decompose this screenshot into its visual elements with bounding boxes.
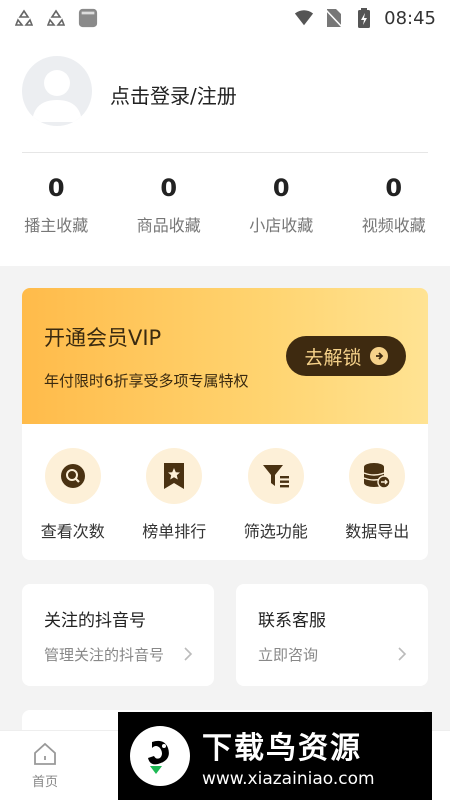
watermark-url: www.xiazainiao.com [202,769,375,789]
avatar[interactable] [22,56,92,126]
bird-logo-icon [130,726,190,786]
profile-section: 点击登录/注册 0 播主收藏 0 商品收藏 0 小店收藏 0 视频收藏 [0,36,450,266]
stat-value: 0 [47,174,65,202]
stat-label: 视频收藏 [361,216,426,235]
vip-banner[interactable]: 开通会员VIP 年付限时6折享受多项专属特权 去解锁 [22,288,428,424]
status-bar: 08:45 [0,0,450,36]
feature-filter[interactable]: 筛选功能 [225,448,327,542]
search-icon [44,448,101,504]
chevron-right-icon [184,647,193,661]
star-bookmark-icon [146,448,203,504]
home-icon [34,742,56,765]
filter-icon [247,448,304,504]
card-title: 关注的抖音号 [44,611,146,631]
feature-label: 榜单排行 [142,522,207,541]
stat-label: 商品收藏 [136,216,201,235]
divider [22,152,428,153]
card-subtitle: 管理关注的抖音号 [44,646,165,664]
vip-title: 开通会员VIP [44,326,162,350]
card-subtitle: 立即咨询 [258,646,319,664]
card-title: 联系客服 [258,611,326,631]
unlock-label: 去解锁 [304,346,362,369]
chevron-right-icon [398,647,407,661]
stat-product-favorites[interactable]: 0 商品收藏 [113,174,226,236]
feature-label: 数据导出 [345,522,410,541]
nav-home[interactable]: 首页 [0,731,90,800]
stat-streamer-favorites[interactable]: 0 播主收藏 [0,174,113,236]
stat-video-favorites[interactable]: 0 视频收藏 [338,174,450,236]
login-register-link[interactable]: 点击登录/注册 [110,80,237,109]
recycle-icon [14,8,34,28]
stat-value: 0 [385,174,403,202]
wifi-icon [294,8,314,28]
watermark-title: 下载鸟资源 [202,731,362,766]
stat-value: 0 [272,174,290,202]
database-export-icon [349,448,406,504]
user-placeholder-icon [32,70,82,122]
recycle-icon [46,8,66,28]
nav-label: 首页 [31,775,58,790]
clock: 08:45 [384,7,436,29]
arrow-right-icon [369,347,388,365]
feature-label: 筛选功能 [243,522,308,541]
app-notification-icon [78,8,98,28]
followed-douyin-card[interactable]: 关注的抖音号 管理关注的抖音号 [22,584,214,686]
customer-service-card[interactable]: 联系客服 立即咨询 [236,584,428,686]
vip-card: 开通会员VIP 年付限时6折享受多项专属特权 去解锁 查看次数 榜单排行 筛选功… [22,288,428,560]
stat-shop-favorites[interactable]: 0 小店收藏 [225,174,338,236]
stat-label: 小店收藏 [249,216,314,235]
stat-value: 0 [160,174,178,202]
watermark: 下载鸟资源 www.xiazainiao.com [118,712,432,800]
unlock-button[interactable]: 去解锁 [286,336,406,376]
favorites-stats: 0 播主收藏 0 商品收藏 0 小店收藏 0 视频收藏 [0,174,450,236]
feature-label: 查看次数 [40,522,105,541]
feature-view-count[interactable]: 查看次数 [22,448,124,542]
feature-data-export[interactable]: 数据导出 [327,448,429,542]
stat-label: 播主收藏 [24,216,89,235]
no-sim-icon [324,8,344,28]
feature-ranking[interactable]: 榜单排行 [124,448,226,542]
battery-charging-icon [354,8,374,28]
vip-subtitle: 年付限时6折享受多项专属特权 [44,372,249,390]
vip-features: 查看次数 榜单排行 筛选功能 数据导出 [22,424,428,542]
